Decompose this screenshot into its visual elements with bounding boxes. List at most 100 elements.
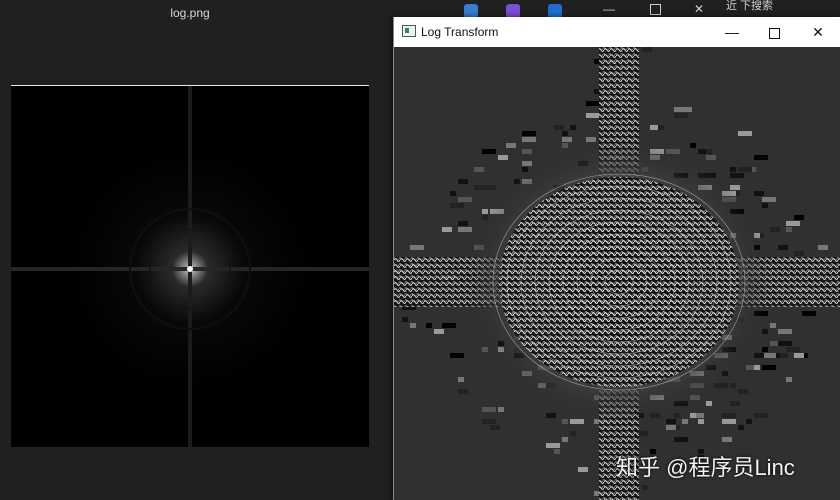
spectrum-noise-block: [482, 185, 496, 190]
spectrum-noise-block: [498, 407, 504, 412]
spectrum-noise-block: [410, 245, 424, 250]
spectrum-noise-block: [426, 323, 432, 328]
taskbar-app-icon[interactable]: [506, 4, 520, 18]
watermark-text: 知乎 @程序员Linc: [616, 455, 795, 480]
background-top-text: 近 下搜索: [726, 0, 774, 12]
spectrum-noise-block: [522, 137, 536, 142]
minimize-button[interactable]: —: [710, 17, 754, 47]
spectrum-noise-block: [770, 323, 776, 328]
background-minimize-button[interactable]: —: [603, 3, 615, 15]
app-window-icon: [402, 25, 416, 37]
spectrum-noise-block: [562, 137, 572, 142]
background-close-button[interactable]: ✕: [694, 3, 704, 15]
spectrum-noise-block: [722, 437, 732, 442]
spectrum-noise-block: [778, 245, 788, 250]
spectrum-noise-block: [410, 323, 416, 328]
spectrum-noise-block: [730, 419, 736, 424]
spectrum-noise-block: [786, 227, 792, 232]
fourier-spectrum-image: [11, 85, 369, 447]
spectrum-noise-block: [690, 143, 696, 148]
spectrum-noise-block: [402, 317, 408, 322]
spectrum-noise-block: [794, 215, 804, 220]
spectrum-noise-block: [762, 365, 776, 370]
spectrum-noise-block: [674, 413, 680, 418]
spectrum-noise-block: [578, 467, 588, 472]
spectrum-noise-block: [498, 155, 508, 160]
spectrum-noise-block: [786, 347, 800, 352]
close-button[interactable]: ✕: [796, 17, 840, 47]
spectrum-noise-block: [794, 353, 804, 358]
background-window-title: log.png: [170, 6, 210, 20]
spectrum-noise-block: [786, 221, 800, 226]
spectrum-noise-block: [522, 149, 532, 154]
spectrum-noise-block: [586, 113, 600, 118]
window-title: Log Transform: [421, 25, 499, 39]
spectrum-noise-block: [570, 431, 576, 436]
spectrum-noise-block: [586, 137, 596, 142]
spectrum-noise-block: [666, 425, 676, 430]
spectrum-noise-block: [458, 197, 472, 202]
close-icon: ✕: [812, 24, 824, 40]
minimize-icon: —: [725, 24, 739, 40]
spectrum-noise-block: [458, 179, 468, 184]
spectrum-noise-block: [474, 167, 484, 172]
spectrum-noise-block: [458, 227, 472, 232]
spectrum-noise-block: [570, 125, 576, 130]
spectrum-noise-block: [738, 167, 752, 172]
background-maximize-button[interactable]: [650, 3, 661, 16]
spectrum-noise-block: [642, 47, 652, 52]
spectrum-noise-block: [482, 407, 496, 412]
spectrum-noise-block: [450, 203, 464, 208]
spectrum-noise-block: [482, 149, 496, 154]
spectrum-noise-block: [546, 413, 556, 418]
taskbar-app-icon[interactable]: [548, 4, 562, 18]
spectrum-noise-block: [546, 443, 560, 448]
log-transform-image: [394, 47, 840, 500]
spectrum-noise-block: [786, 377, 792, 382]
spectrum-noise-block: [690, 413, 696, 418]
spectrum-noise-block: [706, 401, 712, 406]
spectrum-noise-block: [674, 437, 688, 442]
spectrum-noise-block: [482, 419, 496, 424]
background-viewer-window: log.png: [0, 0, 392, 500]
spectrum-noise-block: [522, 167, 528, 172]
log-transform-window: Log Transform — ✕: [393, 17, 840, 500]
spectrum-noise-block: [722, 413, 736, 418]
spectrum-noise-block: [554, 125, 564, 130]
spectrum-noise-block: [490, 425, 500, 430]
spectrum-noise-block: [794, 251, 804, 256]
spectrum-noise-block: [754, 353, 764, 358]
spectrum-noise-block: [762, 353, 776, 358]
spectrum-noise-block: [562, 143, 568, 148]
spectrum-noise-block: [562, 437, 568, 442]
spectrum-noise-block: [458, 377, 464, 382]
spectrum-noise-block: [458, 221, 468, 226]
spectrum-noise-block: [730, 167, 736, 172]
spectrum-noise-block: [706, 155, 716, 160]
spectrum-noise-block: [450, 353, 464, 358]
spectrum-noise-block: [642, 485, 648, 490]
spectrum-noise-block: [442, 323, 456, 328]
spectrum-noise-block: [554, 449, 560, 454]
spectrum-noise-block: [562, 419, 568, 424]
spectrum-noise-block: [730, 173, 744, 178]
spectrum-noise-block: [730, 401, 740, 406]
spectrum-noise-block: [586, 101, 600, 106]
spectrum-noise-block: [762, 197, 776, 202]
spectrum-noise-block: [746, 419, 752, 424]
spectrum-noise-block: [770, 227, 780, 232]
spectrum-noise-block: [434, 329, 444, 334]
spectrum-noise-block: [762, 203, 768, 208]
title-bar[interactable]: Log Transform — ✕: [394, 17, 840, 47]
spectrum-noise-block: [562, 131, 568, 136]
spectrum-noise-block: [682, 419, 688, 424]
maximize-icon: [768, 27, 780, 39]
maximize-button[interactable]: [752, 17, 796, 47]
spectrum-noise-block: [682, 107, 692, 112]
spectrum-noise-block: [778, 341, 792, 346]
spectrum-noise-block: [786, 329, 792, 334]
spectrum-noise-block: [450, 191, 456, 196]
spectrum-noise-block: [738, 425, 744, 430]
spectrum-noise-block: [738, 389, 748, 394]
taskbar-app-icon[interactable]: [464, 4, 478, 18]
